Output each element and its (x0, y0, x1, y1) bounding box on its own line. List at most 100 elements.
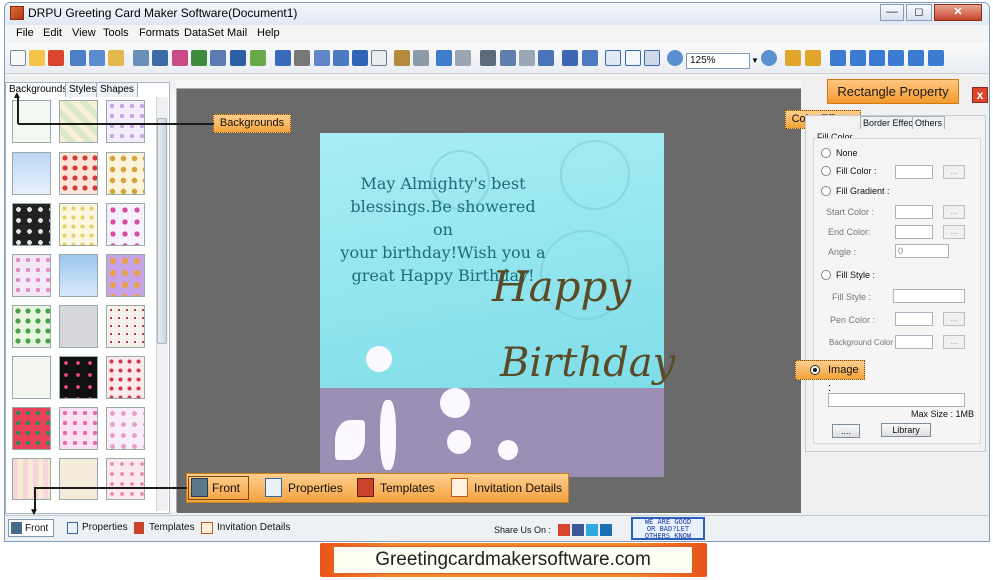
fill-style-select[interactable] (893, 289, 965, 303)
none-radio[interactable] (821, 148, 831, 158)
background-thumbnail[interactable] (106, 407, 145, 450)
background-thumbnail[interactable] (59, 203, 98, 246)
image-option-callout[interactable]: Image : (795, 360, 865, 394)
pencil-icon[interactable] (230, 50, 246, 66)
end-color-picker-button[interactable]: ... (943, 225, 965, 239)
menu-view[interactable]: View (72, 27, 96, 39)
wordart-icon[interactable] (275, 50, 291, 66)
card-happy-text[interactable]: Happy (492, 262, 631, 311)
menu-formats[interactable]: Formats (139, 27, 179, 39)
menu-help[interactable]: Help (257, 27, 280, 39)
background-color-picker-button[interactable]: ... (943, 335, 965, 349)
send-back-icon[interactable] (582, 50, 598, 66)
properties-callout-label[interactable]: Properties (288, 479, 343, 497)
facebook-icon[interactable] (572, 524, 584, 536)
menu-file[interactable]: File (16, 27, 34, 39)
background-thumbnail[interactable] (12, 203, 51, 246)
actual-size-icon[interactable] (625, 50, 641, 66)
tab-styles[interactable]: Styles (65, 82, 101, 97)
browse-button[interactable]: .... (832, 424, 860, 438)
grid-icon[interactable] (605, 50, 621, 66)
background-thumbnail[interactable] (12, 458, 51, 500)
background-thumbnail[interactable] (106, 254, 145, 297)
start-color-field[interactable] (895, 205, 933, 219)
pen-color-field[interactable] (895, 312, 933, 326)
pen-color-picker-button[interactable]: ... (943, 312, 965, 326)
align-top-icon[interactable] (888, 50, 904, 66)
menu-tools[interactable]: Tools (103, 27, 129, 39)
card-birthday-text[interactable]: Birthday (500, 340, 675, 386)
flip-icon[interactable] (850, 50, 866, 66)
feedback-badge[interactable]: WE ARE GOOD OR BAD?LET OTHERS KNOW (631, 517, 705, 540)
tab-templates[interactable]: Templates (149, 519, 195, 537)
align-left-icon[interactable] (830, 50, 846, 66)
print-icon[interactable] (152, 50, 168, 66)
google-plus-icon[interactable] (558, 524, 570, 536)
tab-properties[interactable]: Properties (82, 519, 128, 537)
chevron-down-icon[interactable]: ▼ (751, 56, 759, 65)
background-thumbnail[interactable] (59, 407, 98, 450)
crop-icon[interactable] (210, 50, 226, 66)
background-thumbnail[interactable] (59, 254, 98, 297)
background-color-field[interactable] (895, 335, 933, 349)
paste-icon[interactable] (519, 50, 535, 66)
linkedin-icon[interactable] (600, 524, 612, 536)
image-radio[interactable] (810, 365, 820, 375)
fill-style-radio[interactable] (821, 270, 831, 280)
shape-icon[interactable] (250, 50, 266, 66)
menu-dataset[interactable]: DataSet (184, 27, 224, 39)
barcode-icon[interactable] (294, 50, 310, 66)
background-thumbnail[interactable] (59, 152, 98, 195)
bring-front-icon[interactable] (562, 50, 578, 66)
tab-border-effect[interactable]: Border Effect (860, 116, 919, 129)
tab-invitation-details[interactable]: Invitation Details (217, 519, 290, 537)
card-design-bottom[interactable] (320, 388, 664, 477)
zoom-in-icon[interactable] (667, 50, 683, 66)
background-thumbnail[interactable] (106, 356, 145, 399)
close-button[interactable]: ✕ (934, 4, 982, 21)
save-as-icon[interactable] (89, 50, 105, 66)
menu-edit[interactable]: Edit (43, 27, 62, 39)
lock-icon[interactable] (785, 50, 801, 66)
angle-stepper[interactable]: 0 (895, 244, 949, 258)
fill-color-radio[interactable] (821, 166, 831, 176)
maximize-button[interactable]: ◻ (906, 4, 932, 21)
align-bottom-icon[interactable] (928, 50, 944, 66)
zoom-out-icon[interactable] (761, 50, 777, 66)
print-preview-icon[interactable] (133, 50, 149, 66)
menu-mail[interactable]: Mail (227, 27, 247, 39)
background-thumbnail[interactable] (12, 254, 51, 297)
invitation-callout-label[interactable]: Invitation Details (474, 479, 562, 497)
unlock-icon[interactable] (805, 50, 821, 66)
background-thumbnail[interactable] (59, 305, 98, 348)
text-icon[interactable] (314, 50, 330, 66)
twitter-icon[interactable] (586, 524, 598, 536)
library-button[interactable]: Library (881, 423, 931, 437)
new-icon[interactable] (10, 50, 26, 66)
background-thumbnail[interactable] (59, 100, 98, 143)
background-thumbnail[interactable] (12, 356, 51, 399)
background-thumbnail[interactable] (106, 305, 145, 348)
zoom-select[interactable]: 125% (686, 53, 750, 69)
fill-color-picker-button[interactable]: ... (943, 165, 965, 179)
background-thumbnail[interactable] (106, 203, 145, 246)
minimize-button[interactable]: — (880, 4, 904, 21)
fit-window-icon[interactable] (644, 50, 660, 66)
textbox-icon[interactable] (333, 50, 349, 66)
background-thumbnail[interactable] (12, 152, 51, 195)
panel-close-icon[interactable]: x (972, 87, 988, 103)
background-thumbnail[interactable] (12, 305, 51, 348)
background-thumbnail[interactable] (106, 152, 145, 195)
copy-icon[interactable] (500, 50, 516, 66)
background-thumbnail[interactable] (59, 356, 98, 399)
start-color-picker-button[interactable]: ... (943, 205, 965, 219)
export-icon[interactable] (108, 50, 124, 66)
templates-callout-label[interactable]: Templates (380, 479, 435, 497)
background-thumbnail[interactable] (12, 407, 51, 450)
image-icon[interactable] (191, 50, 207, 66)
cut-icon[interactable] (480, 50, 496, 66)
copy-design-icon[interactable] (172, 50, 188, 66)
background-thumbnail[interactable] (59, 458, 98, 500)
signature-icon[interactable] (352, 50, 368, 66)
undo-icon[interactable] (436, 50, 452, 66)
